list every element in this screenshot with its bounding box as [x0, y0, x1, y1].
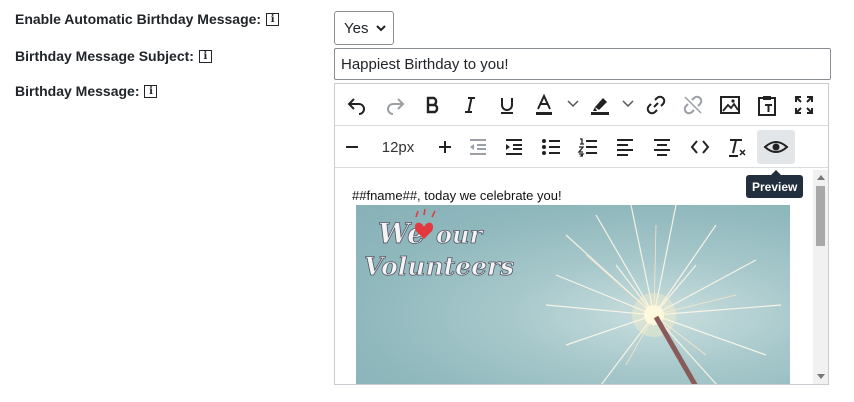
editor-scrollbar[interactable] [813, 170, 828, 384]
text-color-icon [536, 94, 552, 115]
underline-button[interactable] [490, 88, 524, 122]
font-size-field[interactable]: 12px [375, 130, 421, 164]
enable-birthday-label-text: Enable Automatic Birthday Message: [15, 11, 262, 27]
eye-icon [763, 141, 789, 153]
underline-icon [501, 98, 513, 114]
indent-icon [506, 139, 522, 155]
decrease-font-size-button[interactable] [335, 130, 369, 164]
undo-icon [347, 98, 365, 115]
numbered-list-button[interactable] [571, 130, 605, 164]
chevron-down-icon [376, 25, 386, 32]
insert-link-button[interactable] [639, 88, 673, 122]
link-icon [646, 95, 666, 115]
subject-input-value: Happiest Birthday to you! [341, 55, 509, 73]
undo-button[interactable] [340, 88, 374, 122]
enable-birthday-label: Enable Automatic Birthday Message: i [15, 11, 280, 27]
numbered-list-icon [577, 138, 597, 157]
bullet-list-icon [542, 139, 560, 155]
rich-text-editor: 12px ##fname##, today we celebrate you! … [334, 83, 829, 385]
highlight-color-button[interactable] [583, 88, 617, 122]
plus-icon [439, 141, 451, 153]
insert-image-button[interactable] [713, 88, 747, 122]
italic-icon [465, 97, 475, 113]
logo-word-our: our [436, 220, 484, 249]
image-icon [720, 96, 740, 114]
outdent-button[interactable] [461, 130, 495, 164]
chevron-down-icon[interactable] [567, 99, 579, 109]
fullscreen-button[interactable] [787, 88, 821, 122]
subject-input[interactable]: Happiest Birthday to you! [334, 48, 831, 80]
preview-button[interactable] [757, 130, 795, 164]
fullscreen-icon [795, 96, 813, 114]
subject-label-text: Birthday Message Subject: [15, 48, 194, 64]
chevron-down-icon[interactable] [622, 99, 634, 109]
editor-toolbar-row-2: 12px [335, 126, 828, 168]
italic-button[interactable] [453, 88, 487, 122]
minus-icon [346, 146, 358, 148]
clear-formatting-button[interactable] [720, 130, 754, 164]
outdent-icon [470, 139, 486, 155]
paste-text-icon [758, 96, 776, 116]
enable-birthday-select[interactable]: Yes [334, 11, 394, 45]
editor-content[interactable]: ##fname##, today we celebrate you! We ou… [335, 170, 813, 384]
indent-button[interactable] [497, 130, 531, 164]
banner-artwork: We our Volunteers [364, 205, 782, 384]
sparkler-burst [545, 205, 782, 384]
logo-word-volunteers: Volunteers [364, 252, 514, 281]
unlink-icon [683, 95, 703, 115]
preview-tooltip: Preview [746, 170, 804, 198]
enable-birthday-select-value: Yes [344, 19, 369, 37]
redo-button[interactable] [378, 88, 412, 122]
info-icon[interactable]: i [144, 84, 158, 98]
redo-icon [387, 98, 405, 115]
scrollbar-thumb[interactable] [816, 186, 825, 246]
align-left-icon [617, 139, 633, 156]
content-text: ##fname##, today we celebrate you! [352, 188, 562, 203]
editor-toolbar-row-1 [335, 84, 828, 126]
volunteers-logo: We our Volunteers [364, 208, 515, 281]
birthday-banner-image: We our Volunteers [356, 205, 790, 384]
paste-as-text-button[interactable] [750, 88, 784, 122]
message-label: Birthday Message: i [15, 83, 158, 99]
info-icon[interactable]: i [266, 12, 280, 26]
subject-label: Birthday Message Subject: i [15, 48, 212, 64]
bold-icon [426, 96, 439, 114]
unlink-button[interactable] [676, 88, 710, 122]
info-icon[interactable]: i [198, 49, 212, 63]
highlighter-icon [591, 98, 609, 115]
scroll-up-arrow-icon[interactable] [813, 170, 828, 184]
clear-formatting-icon [729, 139, 746, 157]
align-center-icon [654, 139, 670, 156]
bullet-list-button[interactable] [534, 130, 568, 164]
text-color-button[interactable] [527, 88, 561, 122]
align-center-button[interactable] [645, 130, 679, 164]
logo-word-we: We [378, 217, 425, 250]
bold-button[interactable] [416, 88, 450, 122]
source-code-button[interactable] [683, 130, 717, 164]
message-label-text: Birthday Message: [15, 83, 140, 99]
increase-font-size-button[interactable] [428, 130, 462, 164]
code-icon [690, 140, 710, 154]
scroll-down-arrow-icon[interactable] [813, 370, 828, 384]
align-left-button[interactable] [608, 130, 642, 164]
